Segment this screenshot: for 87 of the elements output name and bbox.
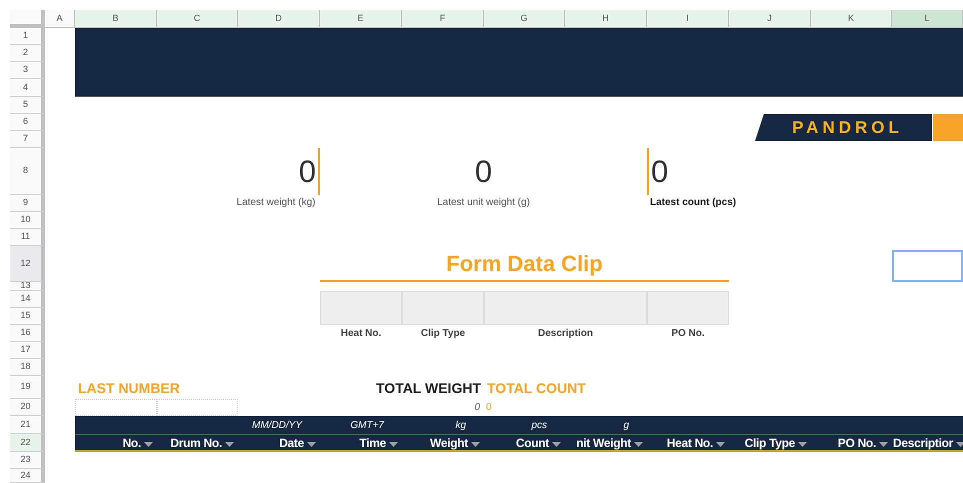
filter-icon[interactable]	[225, 442, 234, 446]
filter-icon[interactable]	[879, 442, 888, 446]
column-header[interactable]: L	[892, 10, 963, 28]
column-header[interactable]: D	[238, 10, 320, 28]
filter-icon[interactable]	[634, 442, 643, 446]
column-header-label: nit Weight	[576, 435, 631, 452]
metric-value: 0	[238, 148, 320, 195]
column-header-label: Drum No.	[170, 435, 222, 452]
row-header[interactable]: 8	[10, 148, 45, 195]
column-header[interactable]: E	[320, 10, 402, 28]
field-label: PO No.	[670, 327, 706, 341]
metric-label: Latest count (pcs)	[649, 196, 738, 210]
metric-label: Latest weight (kg)	[236, 196, 316, 210]
row-header[interactable]: 18	[10, 359, 45, 376]
row-header[interactable]: 22	[10, 434, 45, 452]
column-header-label: Clip Type	[744, 435, 795, 452]
column-header[interactable]: F	[402, 10, 484, 28]
filter-icon[interactable]	[798, 442, 807, 446]
row-header[interactable]: 21	[10, 416, 45, 434]
last-number-label: LAST NUMBER	[77, 379, 181, 398]
unit-label: GMT+7	[349, 418, 386, 432]
row-header[interactable]: 6	[10, 114, 45, 131]
filter-icon[interactable]	[307, 442, 316, 446]
row-header[interactable]: 10	[10, 212, 45, 229]
input-field[interactable]	[647, 291, 729, 325]
column-header-label: Descriptior	[893, 435, 954, 452]
row-header[interactable]: 1	[10, 28, 45, 45]
row-header[interactable]: 2	[10, 45, 45, 62]
filter-icon[interactable]	[471, 442, 480, 446]
filter-icon[interactable]	[716, 442, 725, 446]
column-header[interactable]: C	[157, 10, 238, 28]
form-title: Form Data Clip	[320, 246, 729, 282]
metric-label: Latest unit weight (g)	[436, 196, 531, 210]
row-header[interactable]: 24	[10, 469, 45, 483]
row-header[interactable]: 4	[10, 79, 45, 97]
metric-value: 0	[647, 148, 729, 195]
column-header[interactable]: K	[811, 10, 892, 28]
unit-label: MM/DD/YY	[251, 418, 304, 432]
total-count-label: TOTAL COUNT	[486, 379, 587, 398]
input-field[interactable]	[320, 291, 402, 325]
column-header-label: Weight	[430, 435, 468, 452]
unit-label: kg	[454, 418, 467, 432]
filter-icon[interactable]	[144, 442, 153, 446]
column-header-label: Count	[516, 435, 549, 452]
column-header[interactable]: I	[647, 10, 729, 28]
input-field[interactable]	[484, 291, 647, 325]
row-header[interactable]: 5	[10, 97, 45, 114]
row-header[interactable]: 9	[10, 195, 45, 212]
column-header-label: PO No.	[838, 435, 876, 452]
row-header[interactable]: 13	[10, 282, 45, 291]
row-header[interactable]: 14	[10, 291, 45, 308]
column-header[interactable]: B	[75, 10, 157, 28]
corner-cell[interactable]	[10, 10, 45, 28]
field-label: Clip Type	[420, 327, 466, 341]
filter-icon[interactable]	[389, 442, 398, 446]
row-header[interactable]: 16	[10, 325, 45, 342]
unit-label: pcs	[530, 418, 548, 432]
row-header[interactable]: 7	[10, 131, 45, 148]
accent-block	[933, 114, 963, 141]
filter-icon[interactable]	[552, 442, 561, 446]
column-header[interactable]: A	[45, 10, 75, 28]
row-header[interactable]: 11	[10, 229, 45, 246]
logo: PANDROL	[755, 114, 932, 141]
row-header[interactable]: 15	[10, 308, 45, 325]
column-header[interactable]: H	[565, 10, 647, 28]
row-header[interactable]: 3	[10, 62, 45, 79]
total-weight-value: 0	[473, 401, 481, 415]
row-header[interactable]: 19	[10, 376, 45, 399]
column-header[interactable]: J	[729, 10, 811, 28]
field-label: Description	[536, 327, 594, 341]
input-field[interactable]	[402, 291, 484, 325]
row-header[interactable]: 20	[10, 399, 45, 416]
selected-cell[interactable]	[892, 250, 963, 282]
row-header[interactable]: 17	[10, 342, 45, 359]
column-header-label: No.	[122, 435, 141, 452]
column-header-label: Time	[359, 435, 386, 452]
filter-icon[interactable]	[956, 442, 963, 446]
metric-value: 0	[474, 153, 494, 191]
column-header[interactable]: G	[484, 10, 565, 28]
column-header-label: Heat No.	[666, 435, 713, 452]
row-header[interactable]: 12	[10, 246, 45, 282]
total-weight-label: TOTAL WEIGHT	[375, 379, 482, 398]
total-count-value: 0	[485, 401, 493, 415]
column-header-label: Date	[279, 435, 304, 452]
row-header[interactable]: 23	[10, 452, 45, 469]
unit-label: g	[622, 418, 630, 432]
field-label: Heat No.	[340, 327, 382, 341]
